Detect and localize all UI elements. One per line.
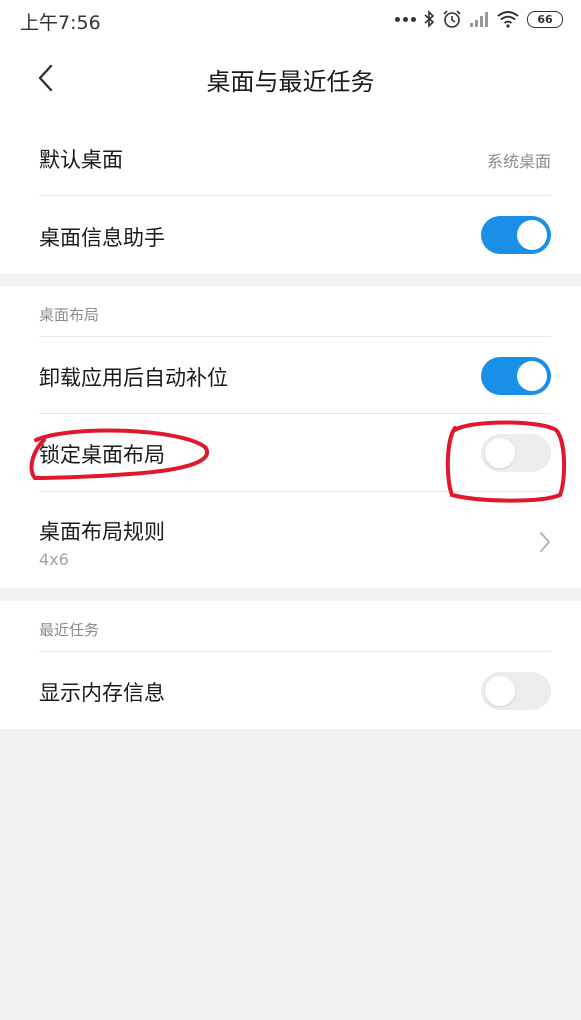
recent-tasks-section: 最近任务 显示内存信息 [0, 601, 581, 729]
bluetooth-icon [424, 10, 435, 28]
default-desktop-label: 默认桌面 [39, 148, 123, 172]
chevron-right-icon [540, 532, 551, 552]
status-bar: 上午7:56 66 [0, 0, 581, 40]
layout-rule-label: 桌面布局规则 [39, 520, 165, 544]
status-icons: 66 [395, 7, 563, 31]
default-desktop-row[interactable]: 默认桌面 系统桌面 [0, 118, 581, 196]
auto-fill-toggle[interactable] [481, 357, 551, 395]
alarm-icon [443, 10, 461, 28]
show-memory-toggle[interactable] [481, 672, 551, 710]
recent-tasks-section-title: 最近任务 [39, 621, 100, 639]
layout-rule-value: 4x6 [39, 550, 69, 569]
default-desktop-value: 系统桌面 [486, 152, 551, 171]
general-section: 默认桌面 系统桌面 桌面信息助手 [0, 118, 581, 274]
settings-page: 上午7:56 66 桌面与最近任务 默认桌面 系统桌面 桌面信息助手 桌面布局 … [0, 0, 581, 1020]
lock-layout-toggle[interactable] [481, 434, 551, 472]
desktop-assistant-toggle[interactable] [481, 216, 551, 254]
signal-icon [470, 12, 488, 27]
status-time: 上午7:56 [20, 12, 101, 34]
show-memory-label: 显示内存信息 [39, 681, 165, 705]
layout-rule-row[interactable]: 桌面布局规则 4x6 [0, 492, 581, 588]
toggle-knob [517, 220, 547, 250]
toggle-knob [485, 438, 515, 468]
desktop-assistant-row: 桌面信息助手 [0, 196, 581, 274]
toggle-knob [517, 361, 547, 391]
show-memory-row: 显示内存信息 [0, 652, 581, 729]
wifi-icon [497, 11, 519, 28]
layout-section: 桌面布局 卸载应用后自动补位 锁定桌面布局 桌面布局规则 4x6 [0, 286, 581, 588]
page-title: 桌面与最近任务 [206, 68, 375, 96]
more-dots-icon [395, 16, 416, 22]
lock-layout-label: 锁定桌面布局 [39, 443, 165, 467]
lock-layout-row: 锁定桌面布局 [0, 414, 581, 491]
auto-fill-label: 卸载应用后自动补位 [39, 366, 228, 390]
layout-section-title: 桌面布局 [39, 306, 100, 324]
toggle-knob [485, 676, 515, 706]
desktop-assistant-label: 桌面信息助手 [39, 226, 165, 250]
auto-fill-row: 卸载应用后自动补位 [0, 337, 581, 414]
app-header: 桌面与最近任务 [0, 40, 581, 118]
battery-indicator: 66 [527, 10, 563, 28]
